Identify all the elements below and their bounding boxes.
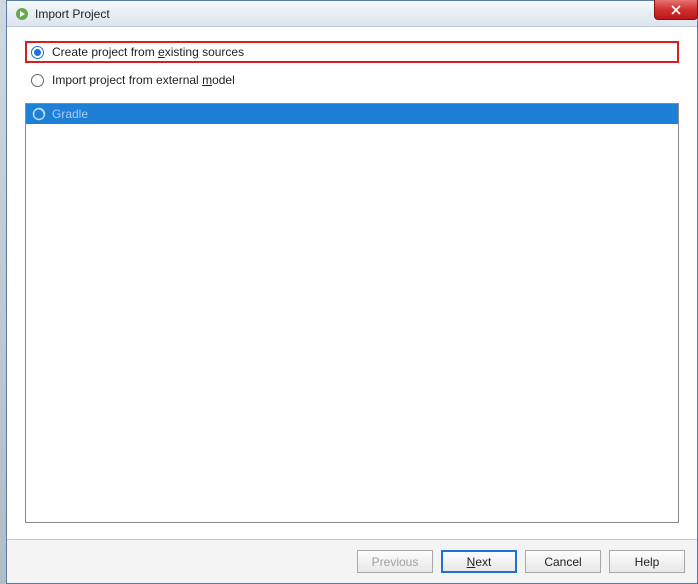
window-title: Import Project	[35, 7, 110, 21]
radio-label-import: Import project from external model	[52, 73, 235, 87]
radio-import-from-model[interactable]: Import project from external model	[25, 69, 679, 91]
list-item-gradle[interactable]: Gradle	[26, 104, 678, 124]
model-list[interactable]: Gradle	[25, 103, 679, 523]
app-icon	[15, 7, 29, 21]
dialog-footer: Previous Next Cancel Help	[7, 539, 697, 583]
next-button[interactable]: Next	[441, 550, 517, 573]
previous-button: Previous	[357, 550, 433, 573]
radio-create-from-existing[interactable]: Create project from existing sources	[25, 41, 679, 63]
dialog-window: Import Project Create project from exist…	[6, 0, 698, 584]
dialog-content: Create project from existing sources Imp…	[7, 27, 697, 539]
gradle-icon	[32, 107, 46, 121]
titlebar: Import Project	[7, 1, 697, 27]
radio-icon[interactable]	[31, 74, 44, 87]
radio-icon[interactable]	[31, 46, 44, 59]
close-button[interactable]	[654, 0, 698, 20]
radio-label-create: Create project from existing sources	[52, 45, 244, 59]
list-item-label: Gradle	[52, 107, 88, 121]
help-button[interactable]: Help	[609, 550, 685, 573]
cancel-button[interactable]: Cancel	[525, 550, 601, 573]
